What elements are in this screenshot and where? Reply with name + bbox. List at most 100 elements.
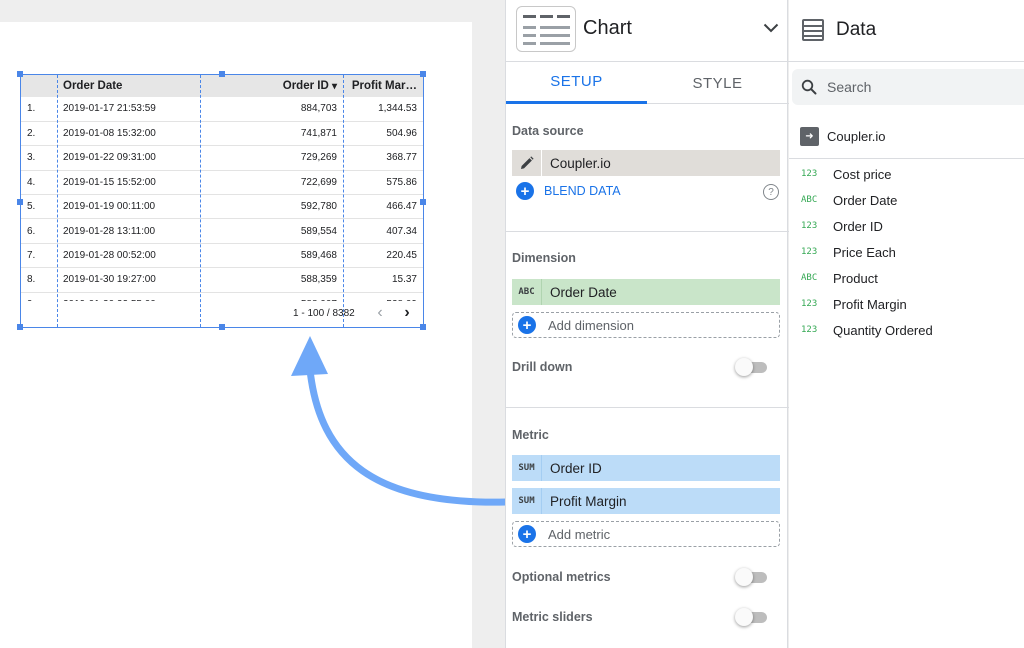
row-index: 5. [21, 194, 57, 220]
header-order-id[interactable]: Order ID ▾ [200, 75, 343, 97]
resize-handle[interactable] [420, 199, 426, 205]
add-dimension-button[interactable]: + Add dimension [512, 312, 780, 338]
data-source-chip[interactable]: Coupler.io [512, 150, 780, 176]
data-panel-title: Data [836, 19, 877, 40]
table-row[interactable]: 4. 2019-01-15 15:52:00 722,699 575.86 [21, 170, 423, 196]
field-item[interactable]: 123 Profit Margin [801, 294, 907, 314]
dimension-chip-order-date[interactable]: ABC Order Date [512, 279, 780, 305]
header-index [21, 75, 57, 97]
section-divider [506, 231, 789, 232]
field-item[interactable]: ABC Order Date [801, 190, 897, 210]
optional-metrics-toggle[interactable] [735, 568, 767, 586]
order-id-cell: 729,269 [200, 145, 343, 171]
order-id-cell: 884,703 [200, 97, 343, 122]
row-index: 7. [21, 243, 57, 269]
profit-margin-cell: 575.86 [343, 170, 423, 196]
order-id-cell: 589,468 [200, 243, 343, 269]
chart-properties-panel: Chart SETUP STYLE Data source Coupler.io… [505, 0, 789, 648]
header-profit-margin[interactable]: Profit Mar… [343, 75, 423, 97]
dimension-label: Dimension [512, 251, 576, 265]
table-chart-type-icon[interactable] [516, 6, 576, 52]
table-row[interactable]: 2. 2019-01-08 15:32:00 741,871 504.96 [21, 121, 423, 147]
add-metric-label: Add metric [548, 526, 611, 542]
table-header-row: Order Date Order ID ▾ Profit Mar… [21, 75, 423, 97]
profit-margin-cell: 368.77 [343, 145, 423, 171]
table-row[interactable]: 1. 2019-01-17 21:53:59 884,703 1,344.53 [21, 97, 423, 122]
metric-chip-profit-margin[interactable]: SUM Profit Margin [512, 488, 780, 514]
header-order-id-label: Order ID [282, 80, 329, 92]
help-icon[interactable]: ? [763, 184, 779, 200]
resize-handle[interactable] [17, 324, 23, 330]
drill-down-toggle[interactable] [735, 358, 767, 376]
metric-sliders-toggle[interactable] [735, 608, 767, 626]
column-guide [200, 75, 201, 327]
order-id-cell: 741,871 [200, 121, 343, 147]
field-item[interactable]: 123 Price Each [801, 242, 896, 262]
prev-page-button[interactable]: ‹ [372, 302, 388, 324]
tab-style[interactable]: STYLE [647, 62, 788, 104]
pager-range: 1 - 100 / 8382 [293, 308, 355, 319]
order-id-cell: 588,359 [200, 267, 343, 293]
text-type-icon: ABC [801, 195, 818, 205]
data-source-item[interactable]: ➜ Coupler.io [800, 127, 886, 146]
metric-sliders-label: Metric sliders [512, 610, 593, 624]
chart-panel-title: Chart [583, 17, 632, 39]
field-name: Profit Margin [833, 296, 907, 312]
data-table-icon [802, 19, 824, 41]
table-row[interactable]: 6. 2019-01-28 13:11:00 589,554 407.34 [21, 218, 423, 244]
blend-data-button[interactable]: + BLEND DATA [516, 182, 621, 200]
profit-margin-cell: 466.47 [343, 194, 423, 220]
order-date-cell: 2019-01-28 00:52:00 [57, 243, 200, 269]
chart-panel-header: Chart [506, 0, 789, 62]
sum-aggregation-tag[interactable]: SUM [512, 488, 542, 514]
field-name: Quantity Ordered [833, 322, 933, 338]
metric-label: Metric [512, 428, 549, 442]
table-row[interactable]: 5. 2019-01-19 00:11:00 592,780 466.47 [21, 194, 423, 220]
row-index: 4. [21, 170, 57, 196]
profit-margin-cell: 1,344.53 [343, 97, 423, 122]
field-item[interactable]: ABC Product [801, 268, 878, 288]
drill-down-label: Drill down [512, 360, 573, 374]
add-icon: + [516, 182, 534, 200]
resize-handle[interactable] [420, 324, 426, 330]
chevron-down-icon[interactable] [760, 14, 782, 42]
search-icon [801, 79, 817, 95]
row-index: 6. [21, 218, 57, 244]
resize-handle[interactable] [219, 324, 225, 330]
resize-handle[interactable] [17, 199, 23, 205]
sum-aggregation-tag[interactable]: SUM [512, 455, 542, 481]
tab-setup[interactable]: SETUP [506, 62, 647, 104]
data-table: Order Date Order ID ▾ Profit Mar… [21, 75, 423, 97]
field-item[interactable]: 123 Quantity Ordered [801, 320, 933, 340]
data-source-item-label: Coupler.io [827, 129, 886, 144]
resize-handle[interactable] [420, 71, 426, 77]
metric-chip-order-id[interactable]: SUM Order ID [512, 455, 780, 481]
add-metric-button[interactable]: + Add metric [512, 521, 780, 547]
table-row[interactable]: 8. 2019-01-30 19:27:00 588,359 15.37 [21, 267, 423, 293]
data-source-name: Coupler.io [550, 155, 611, 171]
profit-margin-cell: 504.96 [343, 121, 423, 147]
order-id-cell: 722,699 [200, 170, 343, 196]
search-input[interactable] [827, 79, 1007, 95]
field-item[interactable]: 123 Order ID [801, 216, 883, 236]
row-index: 1. [21, 97, 57, 122]
column-guide [57, 75, 58, 327]
order-date-cell: 2019-01-28 13:11:00 [57, 218, 200, 244]
row-index: 8. [21, 267, 57, 293]
header-order-date[interactable]: Order Date [57, 75, 200, 97]
resize-handle[interactable] [219, 71, 225, 77]
table-row[interactable]: 7. 2019-01-28 00:52:00 589,468 220.45 [21, 243, 423, 269]
order-date-cell: 2019-01-19 00:11:00 [57, 194, 200, 220]
panel-tabs: SETUP STYLE [506, 62, 789, 104]
metric-field-name: Profit Margin [550, 493, 627, 509]
resize-handle[interactable] [17, 71, 23, 77]
number-type-icon: 123 [801, 169, 818, 179]
field-name: Order ID [833, 218, 883, 234]
next-page-button[interactable]: › [399, 302, 415, 324]
table-chart[interactable]: Order Date Order ID ▾ Profit Mar… 1. 2019… [17, 71, 426, 330]
section-divider [506, 407, 789, 408]
table-row[interactable]: 3. 2019-01-22 09:31:00 729,269 368.77 [21, 145, 423, 171]
field-item[interactable]: 123 Cost price [801, 164, 892, 184]
pencil-icon [512, 150, 542, 176]
data-source-label: Data source [512, 124, 584, 138]
